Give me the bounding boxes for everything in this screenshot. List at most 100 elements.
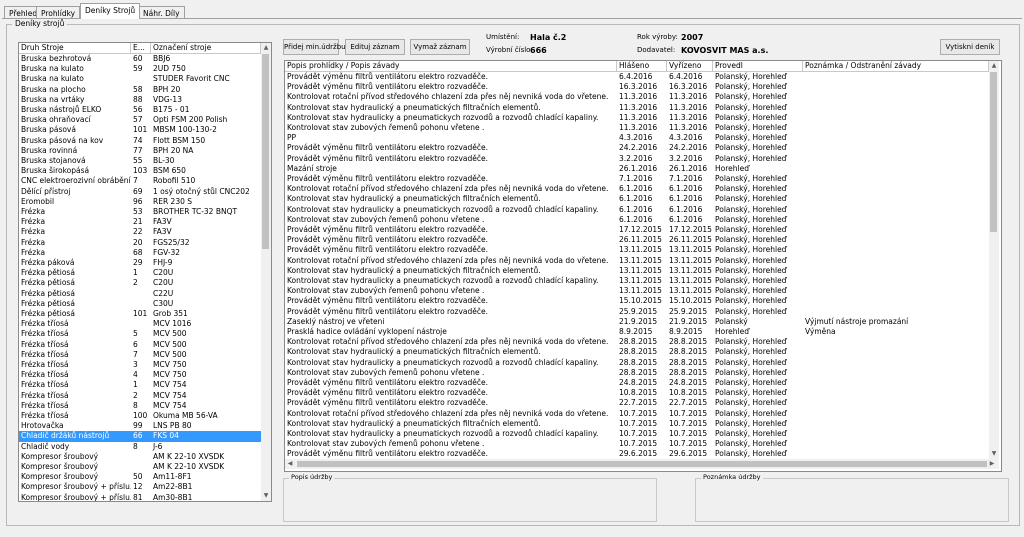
log-row[interactable]: Provádět výměnu filtrů ventilátoru elekt… [285, 307, 989, 317]
scroll-down-icon[interactable]: ▼ [261, 491, 271, 501]
scroll-up-icon[interactable]: ▲ [261, 43, 271, 53]
scrollbar-thumb[interactable] [990, 72, 997, 232]
machine-list-row[interactable]: Frézka 53 BROTHER TC-32 BNQT [19, 207, 261, 217]
log-row[interactable]: Kontrolovat rotační přívod středového ch… [285, 409, 989, 419]
tab-nahradni-dily[interactable]: Náhr. Díly [138, 6, 185, 18]
log-row[interactable]: Kontrolovat stav hydraulicky a pneumatic… [285, 429, 989, 439]
machine-list-row[interactable]: Bruska na vrtáky 88 VDG-13 [19, 95, 261, 105]
tab-deniky-stroju[interactable]: Deníky Strojů [80, 3, 141, 19]
machine-list-row[interactable]: Frézka tříosá 3 MCV 750 [19, 360, 261, 370]
machine-list-row[interactable]: Frézka pětiosá C30U [19, 299, 261, 309]
log-row[interactable]: Kontrolovat stav hydraulický a pneumatic… [285, 103, 989, 113]
maintenance-note-box[interactable] [695, 478, 1009, 522]
print-log-button[interactable]: Vytiskni deník [940, 39, 1000, 55]
log-row[interactable]: Kontrolovat stav hydraulicky a pneumatic… [285, 358, 989, 368]
machine-list-row[interactable]: Frézka tříosá 4 MCV 750 [19, 370, 261, 380]
log-row[interactable]: Provádět výměnu filtrů ventilátoru elekt… [285, 154, 989, 164]
log-row[interactable]: Kontrolovat stav zubových řemenů pohonu … [285, 215, 989, 225]
machine-list-row[interactable]: Frézka 20 FGS25/32 [19, 238, 261, 248]
machine-list-row[interactable]: CNC elektroerozivní obrábění 7 Robofil 510 [19, 176, 261, 186]
machine-list-row[interactable]: Dělící přístroj 69 1 osý otočný stůl CNC20… [19, 187, 261, 197]
add-maintenance-button[interactable]: Přidej min.údržbu [283, 39, 346, 55]
machine-list-row[interactable]: Kompresor šroubový + příslu... 12 Am22-8B1 [19, 482, 261, 492]
column-header-number[interactable]: E... [131, 43, 151, 53]
log-row[interactable]: Kontrolovat stav hydraulicky a pneumatic… [285, 276, 989, 286]
machine-list-row[interactable]: Bruska bezhrotová 60 BBJ6 [19, 54, 261, 64]
machine-list-row[interactable]: Bruska stojanová 55 BL-30 [19, 156, 261, 166]
machine-list-row[interactable]: Frézka tříosá 6 MCV 500 [19, 340, 261, 350]
log-row[interactable]: Provádět výměnu filtrů ventilátoru elekt… [285, 143, 989, 153]
machine-list-row[interactable]: Frézka páková 29 FHJ-9 [19, 258, 261, 268]
machine-list-row[interactable]: Frézka tříosá 8 MCV 754 [19, 401, 261, 411]
machine-list-row[interactable]: Frézka pětiosá 2 C20U [19, 278, 261, 288]
machine-list-row[interactable]: Frézka tříosá 5 MCV 500 [19, 329, 261, 339]
log-row[interactable]: Kontrolovat rotační přívod středového ch… [285, 337, 989, 347]
scrollbar-thumb[interactable] [262, 54, 269, 249]
log-row[interactable]: Prasklá hadice ovládání vyklopení nástro… [285, 327, 989, 337]
log-row[interactable]: Provádět výměnu filtrů ventilátoru elekt… [285, 72, 989, 82]
machine-list-row[interactable]: Bruska na kulato 59 2UD 750 [19, 64, 261, 74]
machine-list-row[interactable]: Kompresor šroubový 50 Am11-8F1 [19, 472, 261, 482]
machine-list-row[interactable]: Eromobil 96 RER 230 S [19, 197, 261, 207]
tab-prohlidky[interactable]: Prohlídky [36, 6, 81, 18]
scrollbar-thumb[interactable] [297, 461, 987, 467]
machine-list-row[interactable]: Bruska ohraňovací 57 Opti FSM 200 Polish [19, 115, 261, 125]
log-row[interactable]: Zaseklý nástroj ve vřeteni 21.9.2015 21.9.… [285, 317, 989, 327]
machine-list-row[interactable]: Bruska pásová na kov 74 Flott BSM 150 [19, 136, 261, 146]
log-row[interactable]: Kontrolovat stav hydraulický a pneumatic… [285, 266, 989, 276]
machine-list-row[interactable]: Frézka tříosá 1 MCV 754 [19, 380, 261, 390]
machine-list-row[interactable]: Frézka tříosá MCV 1016 [19, 319, 261, 329]
machine-list-row[interactable]: Kompresor šroubový + příslu... 81 Am30-8B1 [19, 493, 261, 501]
scroll-right-icon[interactable]: ▶ [987, 459, 997, 469]
log-row[interactable]: Kontrolovat stav zubových řemenů pohonu … [285, 439, 989, 449]
machine-list-row[interactable]: Frézka tříosá 7 MCV 500 [19, 350, 261, 360]
machine-list-row[interactable]: Bruska rovinná 77 BPH 20 NA [19, 146, 261, 156]
machine-list-row[interactable]: Frézka tříosá 100 Okuma MB 56-VA [19, 411, 261, 421]
log-row[interactable]: Mazání stroje 26.1.2016 26.1.2016 Horehleď [285, 164, 989, 174]
column-header-designation[interactable]: Označení stroje [151, 43, 261, 53]
log-row[interactable]: PP 4.3.2016 4.3.2016 Polanský, Horehleď [285, 133, 989, 143]
log-row[interactable]: Kontrolovat rotační přívod středového ch… [285, 92, 989, 102]
column-header-note[interactable]: Poznámka / Odstranění závady [803, 61, 989, 71]
machine-list[interactable]: Druh Stroje E... Označení stroje Bruska … [18, 42, 272, 502]
log-row[interactable]: Provádět výměnu filtrů ventilátoru elekt… [285, 245, 989, 255]
machine-list-row[interactable]: Frézka 21 FA3V [19, 217, 261, 227]
log-row[interactable]: Provádět výměnu filtrů ventilátoru elekt… [285, 174, 989, 184]
column-header-resolved[interactable]: Vyřízeno [667, 61, 713, 71]
log-row[interactable]: Kontrolovat stav hydraulický a pneumatic… [285, 419, 989, 429]
scroll-left-icon[interactable]: ◀ [285, 459, 295, 469]
log-row[interactable]: Kontrolovat stav zubových řemenů pohonu … [285, 123, 989, 133]
log-row[interactable]: Provádět výměnu filtrů ventilátoru elekt… [285, 235, 989, 245]
machine-list-row[interactable]: Kompresor šroubový AM K 22-10 XVSDK [19, 462, 261, 472]
log-row[interactable]: Kontrolovat stav hydraulicky a pneumatic… [285, 113, 989, 123]
log-row[interactable]: Kontrolovat stav zubových řemenů pohonu … [285, 286, 989, 296]
edit-record-button[interactable]: Edituj záznam [345, 39, 405, 55]
machine-list-row[interactable]: Bruska na plocho 58 BPH 20 [19, 85, 261, 95]
machine-list-row[interactable]: Hrotovačka 99 LNS PB 80 [19, 421, 261, 431]
machine-list-row[interactable]: Bruska širokopásá 103 BSM 650 [19, 166, 261, 176]
machine-list-row[interactable]: Frézka 22 FA3V [19, 227, 261, 237]
maintenance-log-grid[interactable]: Popis prohlídky / Popis závady Hlášeno V… [284, 60, 1002, 472]
scroll-up-icon[interactable]: ▲ [989, 61, 999, 71]
machine-list-row[interactable]: Kompresor šroubový AM K 22-10 XVSDK [19, 452, 261, 462]
machine-list-row[interactable]: Frézka 68 FGV-32 [19, 248, 261, 258]
column-header-performed-by[interactable]: Provedl [713, 61, 803, 71]
machine-list-row[interactable]: Frézka pětiosá 1 C20U [19, 268, 261, 278]
scroll-down-icon[interactable]: ▼ [989, 449, 999, 459]
column-header-description[interactable]: Popis prohlídky / Popis závady [285, 61, 617, 71]
machine-list-row[interactable]: Frézka pětiosá 101 Grob 351 [19, 309, 261, 319]
machine-list-row[interactable]: Chladič držáků nástrojů 66 FKS 04 [19, 431, 261, 442]
log-row[interactable]: Kontrolovat stav hydraulický a pneumatic… [285, 194, 989, 204]
log-row[interactable]: Provádět výměnu filtrů ventilátoru elekt… [285, 398, 989, 408]
machine-list-row[interactable]: Bruska na kulato STUDER Favorit CNC [19, 74, 261, 84]
machine-list-row[interactable]: Frézka pětiosá C22U [19, 289, 261, 299]
log-row[interactable]: Kontrolovat stav hydraulický a pneumatic… [285, 347, 989, 357]
log-row[interactable]: Provádět výměnu filtrů ventilátoru elekt… [285, 296, 989, 306]
log-row[interactable]: Provádět výměnu filtrů ventilátoru elekt… [285, 378, 989, 388]
machine-list-row[interactable]: Chladič vody 8 J-6 [19, 442, 261, 452]
log-row[interactable]: Provádět výměnu filtrů ventilátoru elekt… [285, 225, 989, 235]
column-header-reported[interactable]: Hlášeno [617, 61, 667, 71]
machine-list-row[interactable]: Frézka tříosá 2 MCV 754 [19, 391, 261, 401]
machine-list-row[interactable]: Bruska nástrojů ELKO 56 B175 - 01 [19, 105, 261, 115]
column-header-type[interactable]: Druh Stroje [19, 43, 131, 53]
